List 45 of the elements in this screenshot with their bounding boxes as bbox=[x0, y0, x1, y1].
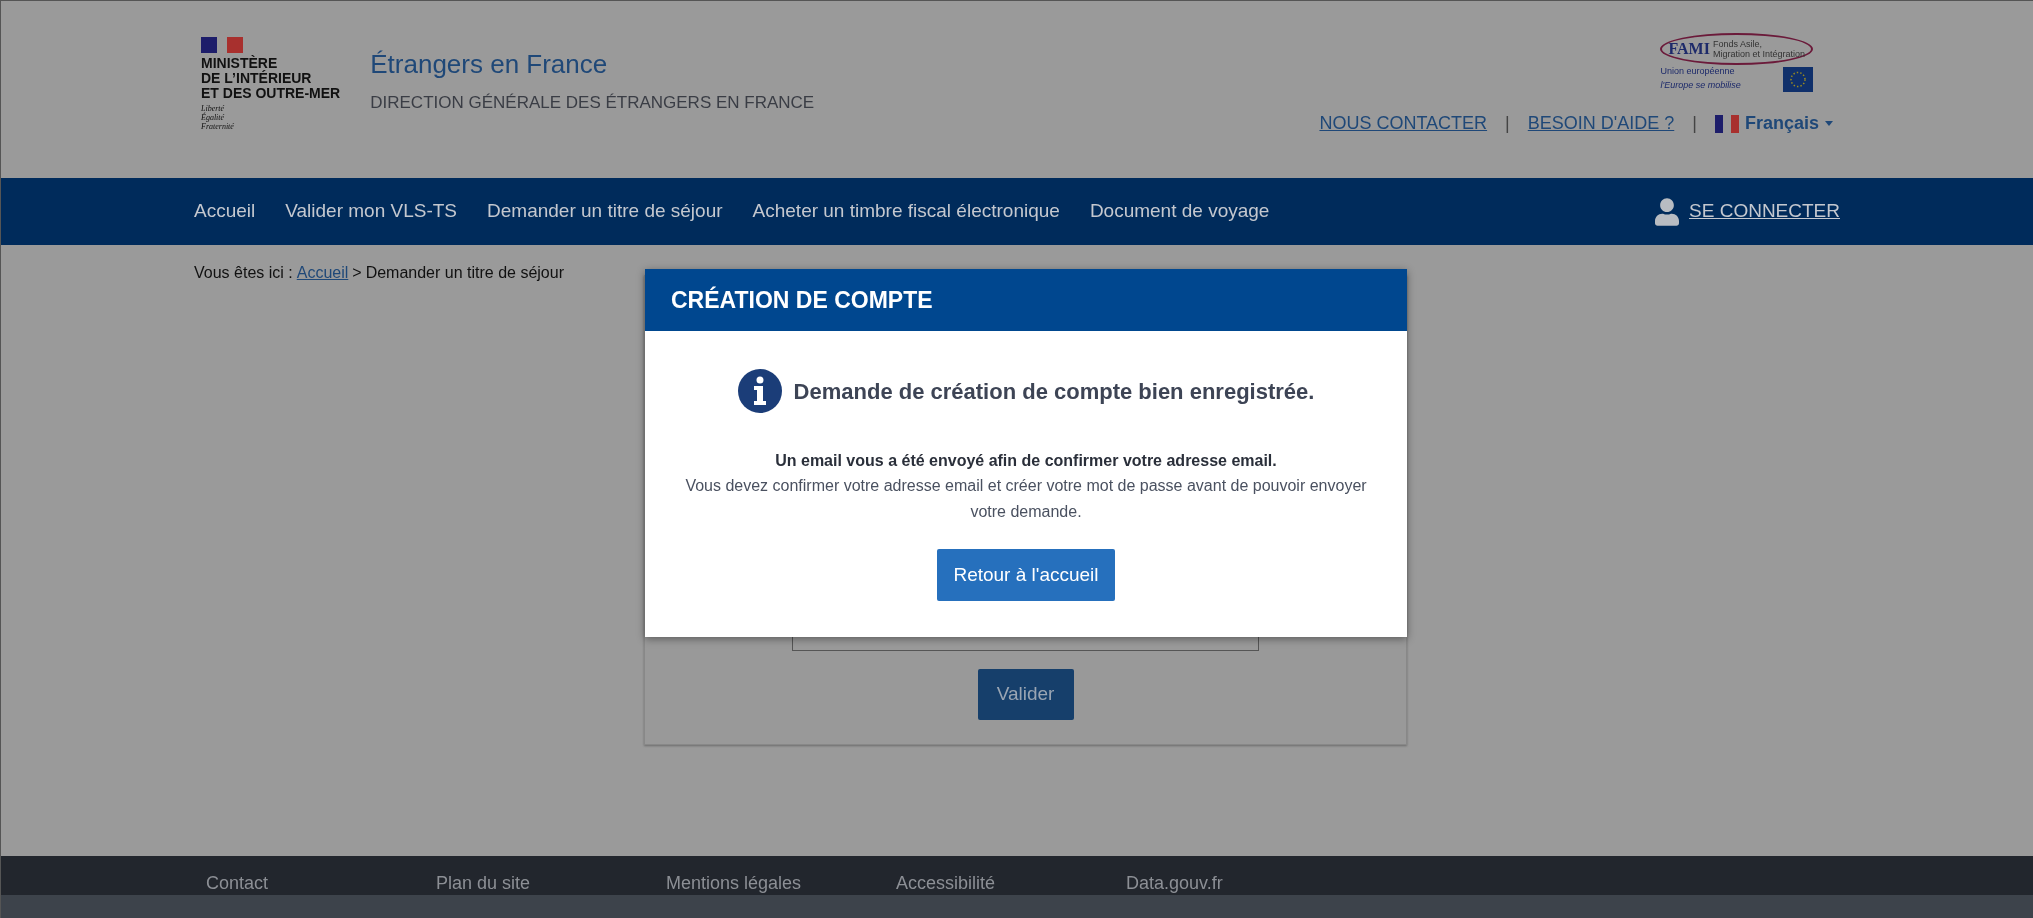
help-link[interactable]: BESOIN D'AIDE ? bbox=[1527, 110, 1675, 137]
nav-link[interactable]: Accueil bbox=[194, 197, 256, 226]
separator-text: | bbox=[1692, 112, 1697, 135]
logo-text: Migration et Intégration bbox=[1712, 49, 1805, 59]
separator-text: | bbox=[1505, 112, 1510, 135]
contact-link[interactable]: NOUS CONTACTER bbox=[1319, 110, 1488, 137]
modal-heading: Demande de création de compte bien enregistrée. bbox=[793, 377, 1315, 406]
nav-link[interactable]: Demander un titre de séjour bbox=[487, 197, 723, 226]
modal-title: CRÉATION DE COMPTE bbox=[671, 285, 933, 315]
modal-message: Vous devez confirmer votre adresse email et créer votre mot de passe avant de pouvoir envoyer votre demande. bbox=[684, 476, 1368, 522]
motto-text: Fraternité bbox=[201, 122, 235, 131]
modal-message-bold: Un email vous a été envoyé afin de confirmer votre adresse email. bbox=[775, 451, 1277, 471]
user-icon bbox=[1655, 197, 1680, 226]
logo-slogan: l'Europe se mobilise bbox=[1660, 78, 1741, 92]
validate-button[interactable]: Valider bbox=[977, 669, 1074, 720]
logo-text: Union européenne bbox=[1660, 65, 1736, 78]
language-dropdown[interactable]: Français bbox=[1714, 110, 1833, 137]
nav-link[interactable]: Document de voyage bbox=[1089, 197, 1270, 226]
breadcrumb-current: Demander un titre de séjour bbox=[365, 263, 564, 283]
logo-text: Fonds Asile, bbox=[1712, 39, 1763, 49]
ministry-name: MINISTÈRE bbox=[201, 56, 278, 71]
info-icon bbox=[737, 369, 782, 413]
caret-icon bbox=[1825, 121, 1833, 126]
footer-link[interactable]: Contact bbox=[206, 870, 436, 897]
french-flag-icon bbox=[1714, 114, 1739, 133]
login-link[interactable]: SE CONNECTER bbox=[1655, 197, 1840, 226]
ministry-name: ET DES OUTRE-MER bbox=[201, 86, 341, 101]
site-subtitle: DIRECTION GÉNÉRALE DES ÉTRANGERS EN FRANCE bbox=[370, 92, 815, 114]
eu-flag-icon bbox=[1783, 67, 1813, 92]
footer-link[interactable]: Plan du site bbox=[436, 870, 666, 897]
breadcrumb-separator: > bbox=[352, 263, 362, 283]
footer-link[interactable]: Data.gouv.fr bbox=[1126, 870, 1356, 897]
breadcrumb-link[interactable]: Accueil bbox=[296, 261, 349, 285]
footer-link[interactable]: Mentions légales bbox=[666, 870, 896, 897]
ministry-name: DE L’INTÉRIEUR bbox=[201, 71, 313, 86]
nav-link[interactable]: Acheter un timbre fiscal électronique bbox=[752, 197, 1060, 226]
logo-name: FAMI bbox=[1668, 39, 1710, 59]
nav-link[interactable]: Valider mon VLS-TS bbox=[285, 197, 458, 226]
home-button[interactable]: Retour à l'accueil bbox=[937, 549, 1115, 601]
breadcrumb-label: Vous êtes ici : bbox=[194, 263, 293, 283]
motto-text: Égalité bbox=[201, 113, 226, 122]
footer-link[interactable]: Accessibilité bbox=[896, 870, 1126, 897]
flag-icon bbox=[201, 37, 243, 53]
motto-text: Liberté bbox=[201, 104, 226, 113]
site-title: Étrangers en France bbox=[370, 48, 609, 81]
